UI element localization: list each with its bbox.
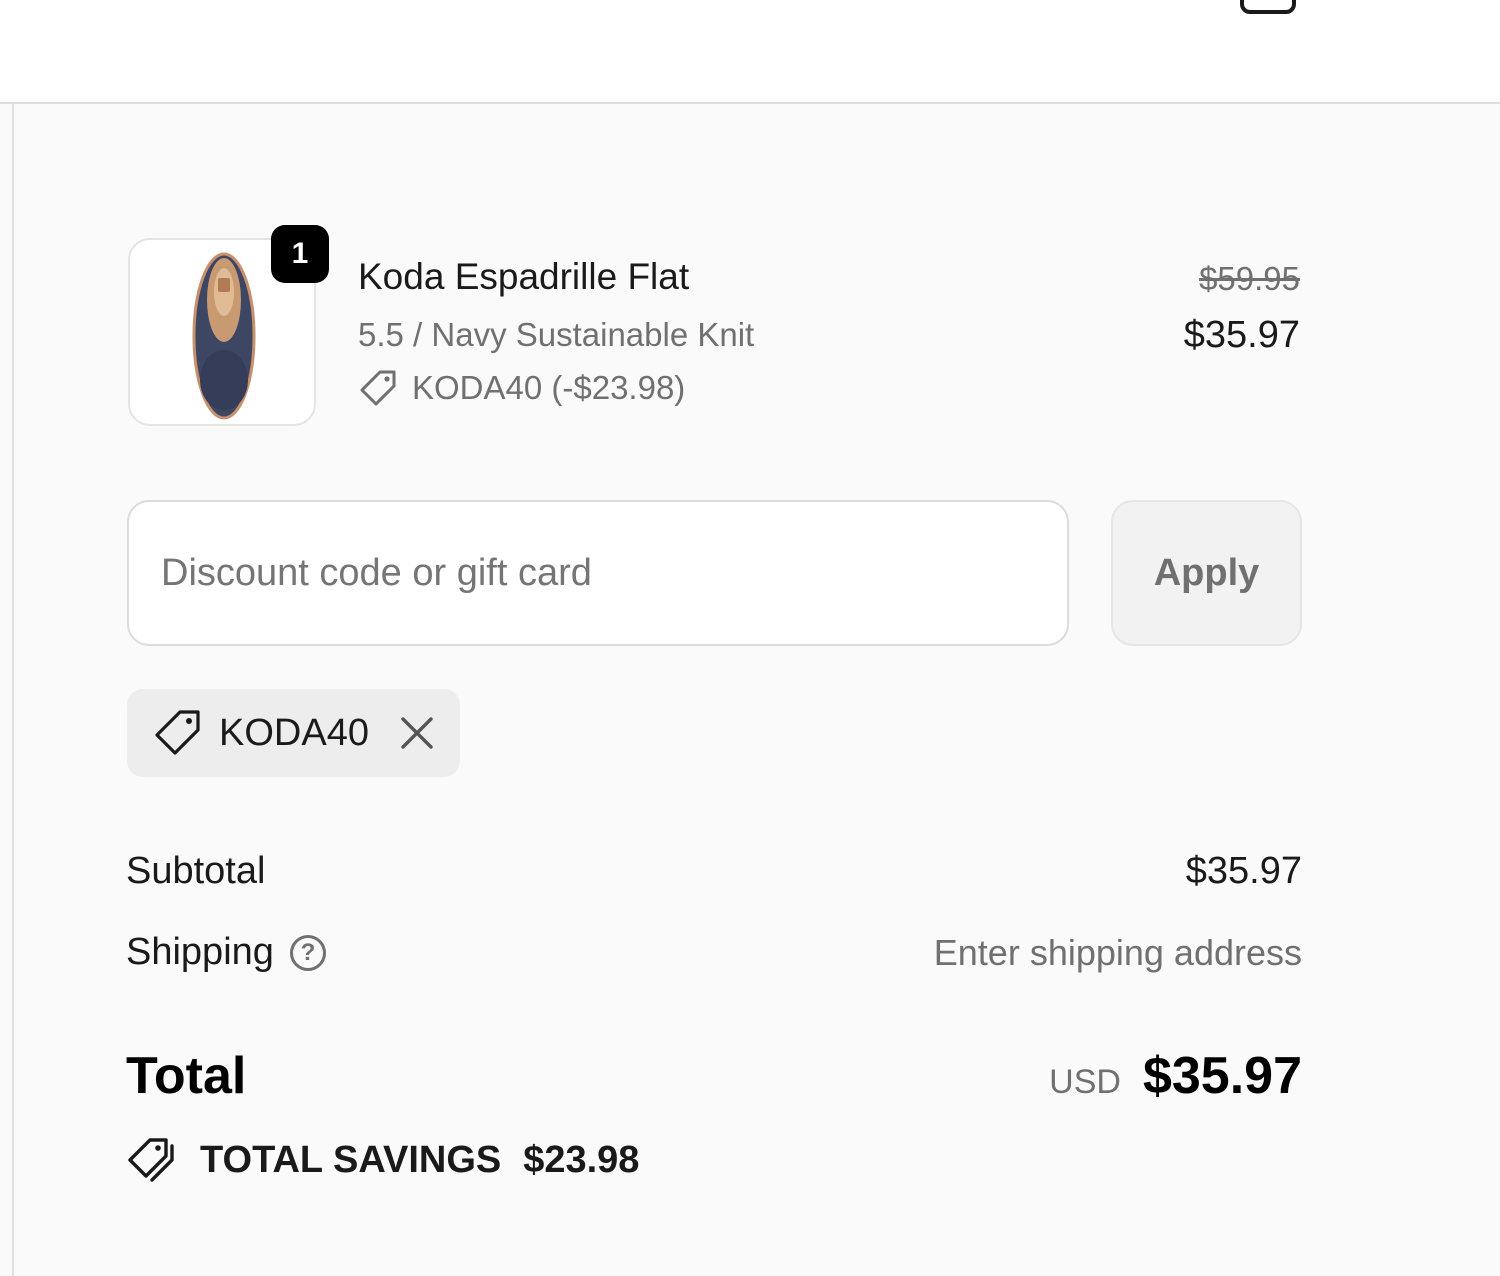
applied-code-label: KODA40 bbox=[219, 711, 369, 754]
item-discount: KODA40 (-$23.98) bbox=[358, 366, 685, 410]
total-savings-value: $23.98 bbox=[523, 1138, 640, 1181]
total-value-group: USD $35.97 bbox=[1049, 1046, 1302, 1106]
discount-code-input[interactable] bbox=[127, 500, 1069, 646]
original-price: $59.95 bbox=[1199, 260, 1300, 297]
product-variant: 5.5 / Navy Sustainable Knit bbox=[358, 316, 755, 353]
quantity-badge: 1 bbox=[271, 225, 329, 283]
tags-icon bbox=[128, 1138, 174, 1182]
total-savings: TOTAL SAVINGS $23.98 bbox=[126, 1136, 639, 1184]
tag-icon bbox=[155, 710, 200, 755]
question-circle-icon[interactable]: ? bbox=[289, 934, 326, 971]
shipping-value: Enter shipping address bbox=[933, 932, 1302, 973]
total-label: Total bbox=[126, 1047, 247, 1105]
item-discount-text: KODA40 (-$23.98) bbox=[412, 369, 686, 406]
bag-icon[interactable] bbox=[1240, 0, 1296, 14]
shipping-label: Shipping bbox=[126, 931, 274, 973]
panel-divider bbox=[12, 104, 14, 1276]
product-name: Koda Espadrille Flat bbox=[358, 256, 690, 297]
sale-price: $35.97 bbox=[1183, 314, 1300, 356]
currency-code: USD bbox=[1049, 1063, 1121, 1101]
shipping-row-label: Shipping ? bbox=[126, 931, 326, 974]
tag-icon bbox=[360, 370, 396, 406]
total-amount: $35.97 bbox=[1142, 1047, 1302, 1105]
top-header bbox=[0, 0, 1500, 104]
subtotal-label: Subtotal bbox=[126, 850, 266, 892]
close-icon bbox=[401, 717, 433, 749]
subtotal-value: $35.97 bbox=[1185, 850, 1302, 892]
remove-code-button[interactable] bbox=[395, 711, 439, 755]
total-savings-label: TOTAL SAVINGS bbox=[200, 1138, 502, 1181]
apply-button[interactable]: Apply bbox=[1111, 500, 1302, 646]
applied-code-chip: KODA40 bbox=[127, 689, 460, 777]
